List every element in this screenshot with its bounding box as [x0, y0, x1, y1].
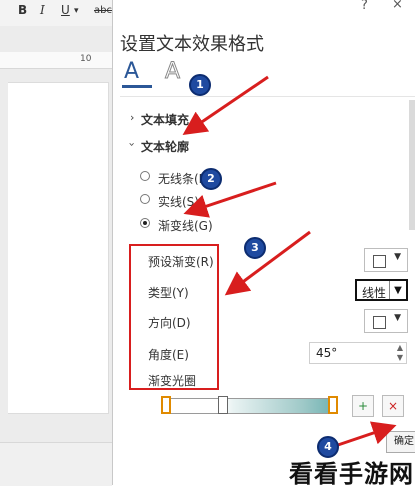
annotation-arrows [182, 75, 397, 449]
annotation-marker-3: 3 [244, 237, 266, 259]
arrow-3 [224, 230, 311, 296]
watermark: 看看手游网 [289, 460, 414, 488]
annotation-marker-1: 1 [189, 74, 211, 96]
arrow-4 [331, 421, 397, 449]
annotation-marker-2: 2 [200, 168, 222, 190]
